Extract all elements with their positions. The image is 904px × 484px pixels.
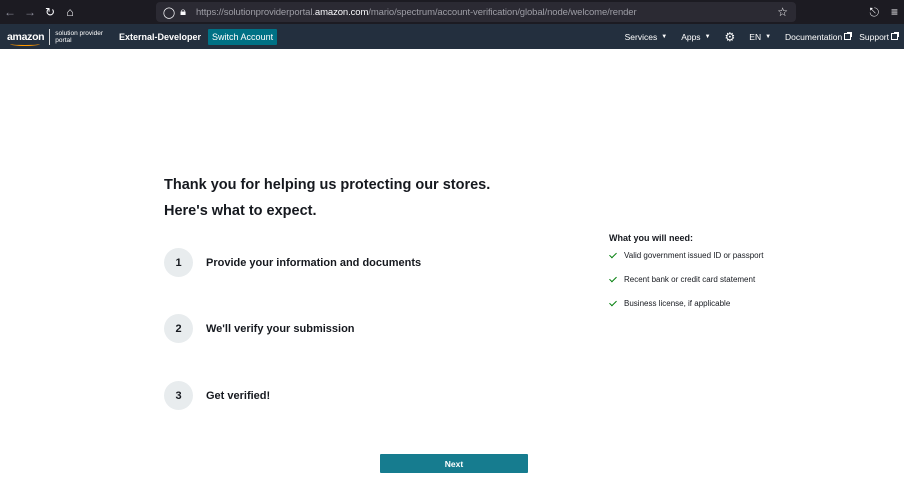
external-link-icon <box>844 32 853 40</box>
caret-down-icon: ▼ <box>704 33 711 40</box>
switch-account-button[interactable]: Switch Account <box>208 28 278 45</box>
reload-icon[interactable]: ↻ <box>40 0 60 24</box>
step-number: 3 <box>164 381 193 410</box>
support-link[interactable]: Support <box>859 31 899 42</box>
home-icon[interactable]: ⌂ <box>60 0 80 24</box>
language-menu[interactable]: EN ▼ <box>749 32 771 42</box>
requirement-text: Business license, if applicable <box>624 299 731 308</box>
address-bar[interactable]: ◯ 🔒︎ https://solutionproviderportal.amaz… <box>156 2 796 22</box>
language-label: EN <box>749 31 762 42</box>
step-1: 1 Provide your information and documents <box>164 248 421 277</box>
browser-toolbar: ← → ↻ ⌂ ◯ 🔒︎ https://solutionproviderpor… <box>0 0 904 24</box>
step-number: 2 <box>164 314 193 343</box>
step-number: 1 <box>164 248 193 277</box>
documentation-link[interactable]: Documentation <box>785 31 853 42</box>
services-label: Services <box>624 31 658 42</box>
checkmark-icon <box>609 300 620 308</box>
step-2: 2 We'll verify your submission <box>164 314 355 343</box>
caret-down-icon: ▼ <box>765 33 772 40</box>
heading-line-1: Thank you for helping us protecting our … <box>164 177 491 193</box>
amazon-logo[interactable]: amazon solution provider portal <box>7 28 103 46</box>
requirement-text: Recent bank or credit card statement <box>624 275 756 284</box>
heading-line-2: Here's what to expect. <box>164 203 317 219</box>
checkmark-icon <box>609 276 620 284</box>
requirement-item: Recent bank or credit card statement <box>609 275 755 284</box>
step-label: Provide your information and documents <box>206 256 422 269</box>
requirement-item: Business license, if applicable <box>609 299 730 308</box>
documentation-label: Documentation <box>785 31 843 42</box>
account-name: External-Developer <box>119 31 202 42</box>
step-label: Get verified! <box>206 389 271 402</box>
next-button[interactable]: Next <box>380 454 528 473</box>
caret-down-icon: ▼ <box>661 33 668 40</box>
url-text[interactable]: https://solutionproviderportal.amazon.co… <box>196 7 637 18</box>
support-label: Support <box>859 31 889 42</box>
shield-icon[interactable]: ◯ <box>162 6 176 19</box>
settings-gear-icon[interactable]: ⚙ <box>725 30 736 44</box>
extensions-icon[interactable]: ⎋ <box>869 5 879 20</box>
requirements-title: What you will need: <box>609 233 694 243</box>
requirements-panel: What you will need: Valid government iss… <box>609 233 763 308</box>
apps-label: Apps <box>681 31 701 42</box>
logo-wordmark: amazon <box>7 30 45 46</box>
step-label: We'll verify your submission <box>206 322 355 335</box>
services-menu[interactable]: Services ▼ <box>625 32 668 42</box>
menu-icon[interactable]: ≡ <box>891 5 898 19</box>
page-heading: Thank you for helping us protecting our … <box>164 172 490 224</box>
bookmark-star-icon[interactable]: ☆ <box>777 5 788 19</box>
checkmark-icon <box>609 252 620 260</box>
logo-divider <box>49 28 51 45</box>
lock-icon[interactable]: 🔒︎ <box>176 6 190 19</box>
external-link-icon <box>891 32 899 40</box>
forward-icon[interactable]: → <box>20 0 40 24</box>
logo-subtitle: solution provider portal <box>55 29 103 44</box>
requirement-text: Valid government issued ID or passport <box>624 251 764 260</box>
step-3: 3 Get verified! <box>164 381 270 410</box>
app-header: amazon solution provider portal External-… <box>0 24 904 49</box>
requirement-item: Valid government issued ID or passport <box>609 251 763 260</box>
apps-menu[interactable]: Apps ▼ <box>681 32 710 42</box>
back-icon[interactable]: ← <box>0 0 20 24</box>
